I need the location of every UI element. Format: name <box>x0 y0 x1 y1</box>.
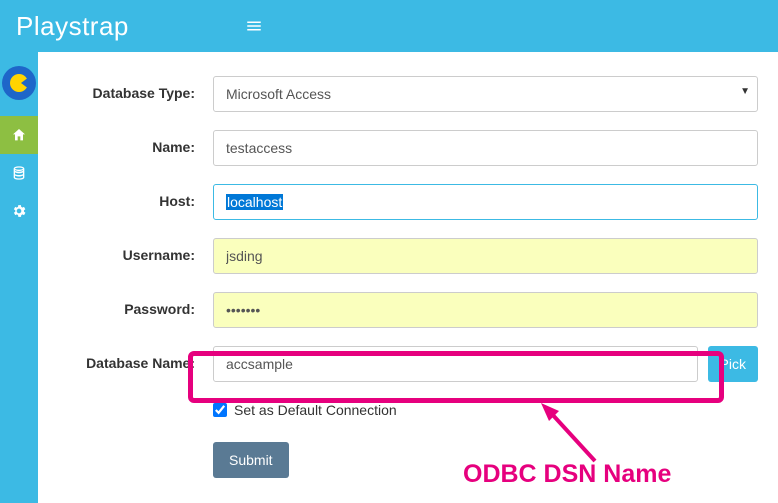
name-input[interactable] <box>213 130 758 166</box>
submit-button[interactable]: Submit <box>213 442 289 478</box>
password-input[interactable] <box>213 292 758 328</box>
host-input[interactable]: localhost <box>213 184 758 220</box>
default-connection-checkbox[interactable] <box>213 403 227 417</box>
dbtype-label: Database Type: <box>68 76 213 102</box>
username-input[interactable] <box>213 238 758 274</box>
pacman-icon <box>10 74 28 92</box>
dbname-label: Database Name: <box>68 346 213 372</box>
menu-toggle-button[interactable] <box>236 8 272 44</box>
database-icon <box>11 165 27 181</box>
sidebar-item-database[interactable] <box>0 154 38 192</box>
avatar[interactable] <box>2 66 36 100</box>
brand: Playstrap <box>16 11 216 42</box>
hamburger-icon <box>245 17 263 35</box>
default-connection-label: Set as Default Connection <box>234 402 397 418</box>
sidebar-item-settings[interactable] <box>0 192 38 230</box>
home-icon <box>11 127 27 143</box>
host-label: Host: <box>68 184 213 210</box>
main-content: Database Type: Microsoft Access Name: Ho… <box>38 52 778 503</box>
dbname-input[interactable] <box>213 346 698 382</box>
username-label: Username: <box>68 238 213 264</box>
password-label: Password: <box>68 292 213 318</box>
sidebar <box>0 52 38 503</box>
topbar: Playstrap <box>0 0 778 52</box>
name-label: Name: <box>68 130 213 156</box>
gear-icon <box>11 203 27 219</box>
dbtype-select[interactable]: Microsoft Access <box>213 76 758 112</box>
sidebar-item-home[interactable] <box>0 116 38 154</box>
pick-button[interactable]: Pick <box>708 346 758 382</box>
form-panel: Database Type: Microsoft Access Name: Ho… <box>48 52 778 503</box>
